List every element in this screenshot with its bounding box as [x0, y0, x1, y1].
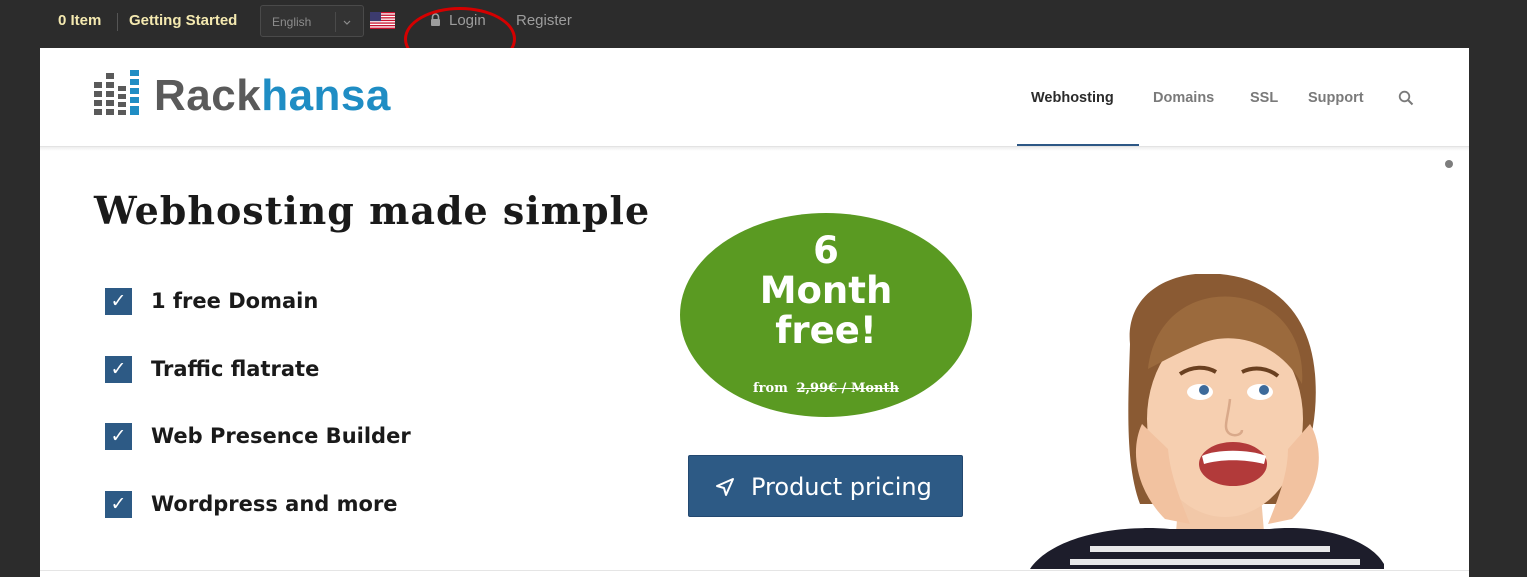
- promo-badge-free: free!: [775, 309, 877, 352]
- promo-badge-price: from 2,99€ / Month: [680, 381, 972, 396]
- nav-item-ssl[interactable]: SSL: [1250, 90, 1278, 106]
- feature-text: Web Presence Builder: [151, 424, 411, 448]
- cart-link[interactable]: 0 Item: [58, 12, 101, 29]
- logo[interactable]: Rackhansa: [94, 70, 434, 120]
- promo-badge-from: from: [753, 381, 788, 396]
- product-pricing-label: Product pricing: [751, 473, 932, 501]
- lock-icon: [431, 13, 440, 26]
- feature-text: Traffic flatrate: [151, 357, 320, 381]
- product-pricing-button[interactable]: Product pricing: [688, 455, 963, 517]
- feature-text: Wordpress and more: [151, 492, 398, 516]
- checkmark-icon: ✓: [105, 356, 132, 383]
- checkmark-icon: ✓: [105, 288, 132, 315]
- getting-started-link[interactable]: Getting Started: [129, 12, 237, 29]
- chevron-down-icon: [343, 20, 351, 25]
- topbar-divider: [117, 13, 118, 31]
- paper-plane-icon: [716, 478, 734, 496]
- language-select-value: English: [272, 15, 312, 29]
- top-bar: 0 Item Getting Started English Login Reg…: [0, 0, 1527, 48]
- logo-text-rack: Rack: [154, 71, 262, 120]
- logo-text-hansa: hansa: [261, 71, 391, 120]
- promo-badge-month: Month: [759, 269, 893, 312]
- us-flag-icon[interactable]: [370, 12, 395, 29]
- promo-badge-old-price: 2,99€ / Month: [796, 381, 899, 396]
- hero-bottom-divider: [40, 570, 1469, 571]
- nav-item-webhosting[interactable]: Webhosting: [1031, 90, 1114, 106]
- smiling-woman-image: [1030, 274, 1384, 569]
- language-select[interactable]: English: [260, 5, 364, 37]
- logo-bars-icon: [94, 70, 139, 115]
- logo-text: Rackhansa: [154, 70, 391, 122]
- main-panel: Rackhansa Webhosting Domains SSL Support…: [40, 48, 1469, 577]
- nav-item-domains[interactable]: Domains: [1153, 90, 1214, 106]
- register-link[interactable]: Register: [516, 12, 572, 29]
- promo-badge-number: 6: [813, 229, 839, 272]
- nav-item-support[interactable]: Support: [1308, 90, 1364, 106]
- feature-text: 1 free Domain: [151, 289, 319, 313]
- promo-badge: 6 Month free! from 2,99€ / Month: [680, 213, 972, 417]
- header-shadow: [40, 147, 1469, 151]
- checkmark-icon: ✓: [105, 423, 132, 450]
- slider-dot[interactable]: [1445, 160, 1453, 168]
- search-icon[interactable]: [1398, 90, 1414, 106]
- login-link[interactable]: Login: [449, 12, 486, 29]
- hero-title: Webhosting made simple: [94, 188, 651, 233]
- checkmark-icon: ✓: [105, 491, 132, 518]
- language-select-divider: [335, 12, 336, 32]
